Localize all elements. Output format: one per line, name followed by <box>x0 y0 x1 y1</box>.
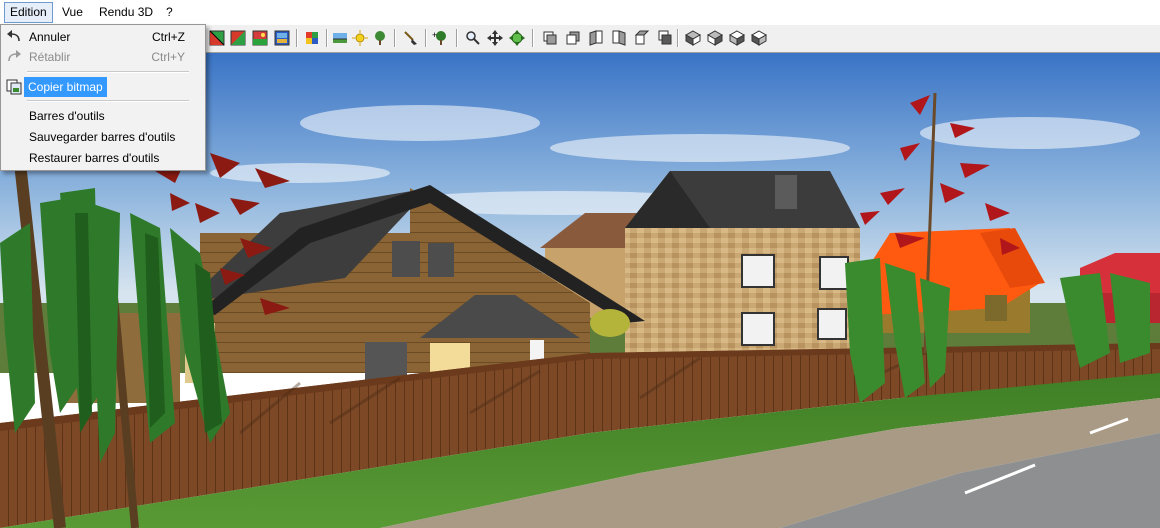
rotate-icon[interactable] <box>507 28 527 48</box>
sky-icon[interactable] <box>330 28 350 48</box>
menu-item-redo[interactable]: Rétablir Ctrl+Y <box>3 47 203 67</box>
menu-vue[interactable]: Vue <box>57 2 88 23</box>
tree-add-icon[interactable]: + <box>430 28 450 48</box>
restore-toolbars-label: Restaurer barres d'outils <box>29 151 160 165</box>
menu-edition[interactable]: Edition <box>4 2 53 23</box>
view-front-icon[interactable] <box>540 28 560 48</box>
iso-sw-icon[interactable] <box>749 28 769 48</box>
menu-help[interactable]: ? <box>161 2 178 23</box>
color-palette-icon[interactable] <box>272 28 292 48</box>
toolbars-label: Barres d'outils <box>29 109 105 123</box>
landscape-image-icon[interactable] <box>250 28 270 48</box>
pan-icon[interactable] <box>485 28 505 48</box>
undo-icon <box>7 30 20 42</box>
texture-stripes-icon[interactable] <box>228 28 248 48</box>
edition-dropdown-menu: Annuler Ctrl+Z Rétablir Ctrl+Y Copier bi… <box>0 24 206 171</box>
tree-small-icon[interactable] <box>370 28 390 48</box>
svg-text:+: + <box>432 30 437 40</box>
view-top-icon[interactable] <box>632 28 652 48</box>
menu-item-toolbars[interactable]: Barres d'outils <box>3 106 203 126</box>
brush-icon[interactable] <box>400 28 420 48</box>
iso-se-icon[interactable] <box>727 28 747 48</box>
menu-item-restore-toolbars[interactable]: Restaurer barres d'outils <box>3 148 203 168</box>
copy-bitmap-label: Copier bitmap <box>24 77 107 97</box>
shrub <box>590 309 630 337</box>
sun-icon[interactable] <box>350 28 370 48</box>
texture-red-green-icon[interactable] <box>207 28 227 48</box>
view-left-icon[interactable] <box>586 28 606 48</box>
iso-nw-icon[interactable] <box>705 28 725 48</box>
redo-icon <box>8 50 21 62</box>
stone-house <box>625 171 860 353</box>
menu-item-save-toolbars[interactable]: Sauvegarder barres d'outils <box>3 127 203 147</box>
redo-label: Rétablir <box>29 50 71 64</box>
redo-shortcut: Ctrl+Y <box>151 50 185 64</box>
orange-roof-house <box>855 228 1045 333</box>
save-toolbars-label: Sauvegarder barres d'outils <box>29 130 176 144</box>
menu-separator <box>27 71 189 73</box>
menu-rendu-3d[interactable]: Rendu 3D <box>94 2 158 23</box>
view-bottom-icon[interactable] <box>655 28 675 48</box>
menu-separator <box>27 100 189 102</box>
menu-bar: Edition Vue Rendu 3D ? <box>0 0 1160 26</box>
zoom-icon[interactable] <box>463 28 483 48</box>
menu-item-copy-bitmap[interactable]: Copier bitmap <box>3 77 203 97</box>
color-palette-icon[interactable] <box>302 28 322 48</box>
undo-shortcut: Ctrl+Z <box>152 30 185 44</box>
view-right-icon[interactable] <box>609 28 629 48</box>
copy-bitmap-icon <box>6 79 22 95</box>
menu-item-undo[interactable]: Annuler Ctrl+Z <box>3 27 203 47</box>
iso-ne-icon[interactable] <box>683 28 703 48</box>
view-back-icon[interactable] <box>563 28 583 48</box>
undo-label: Annuler <box>29 30 71 44</box>
